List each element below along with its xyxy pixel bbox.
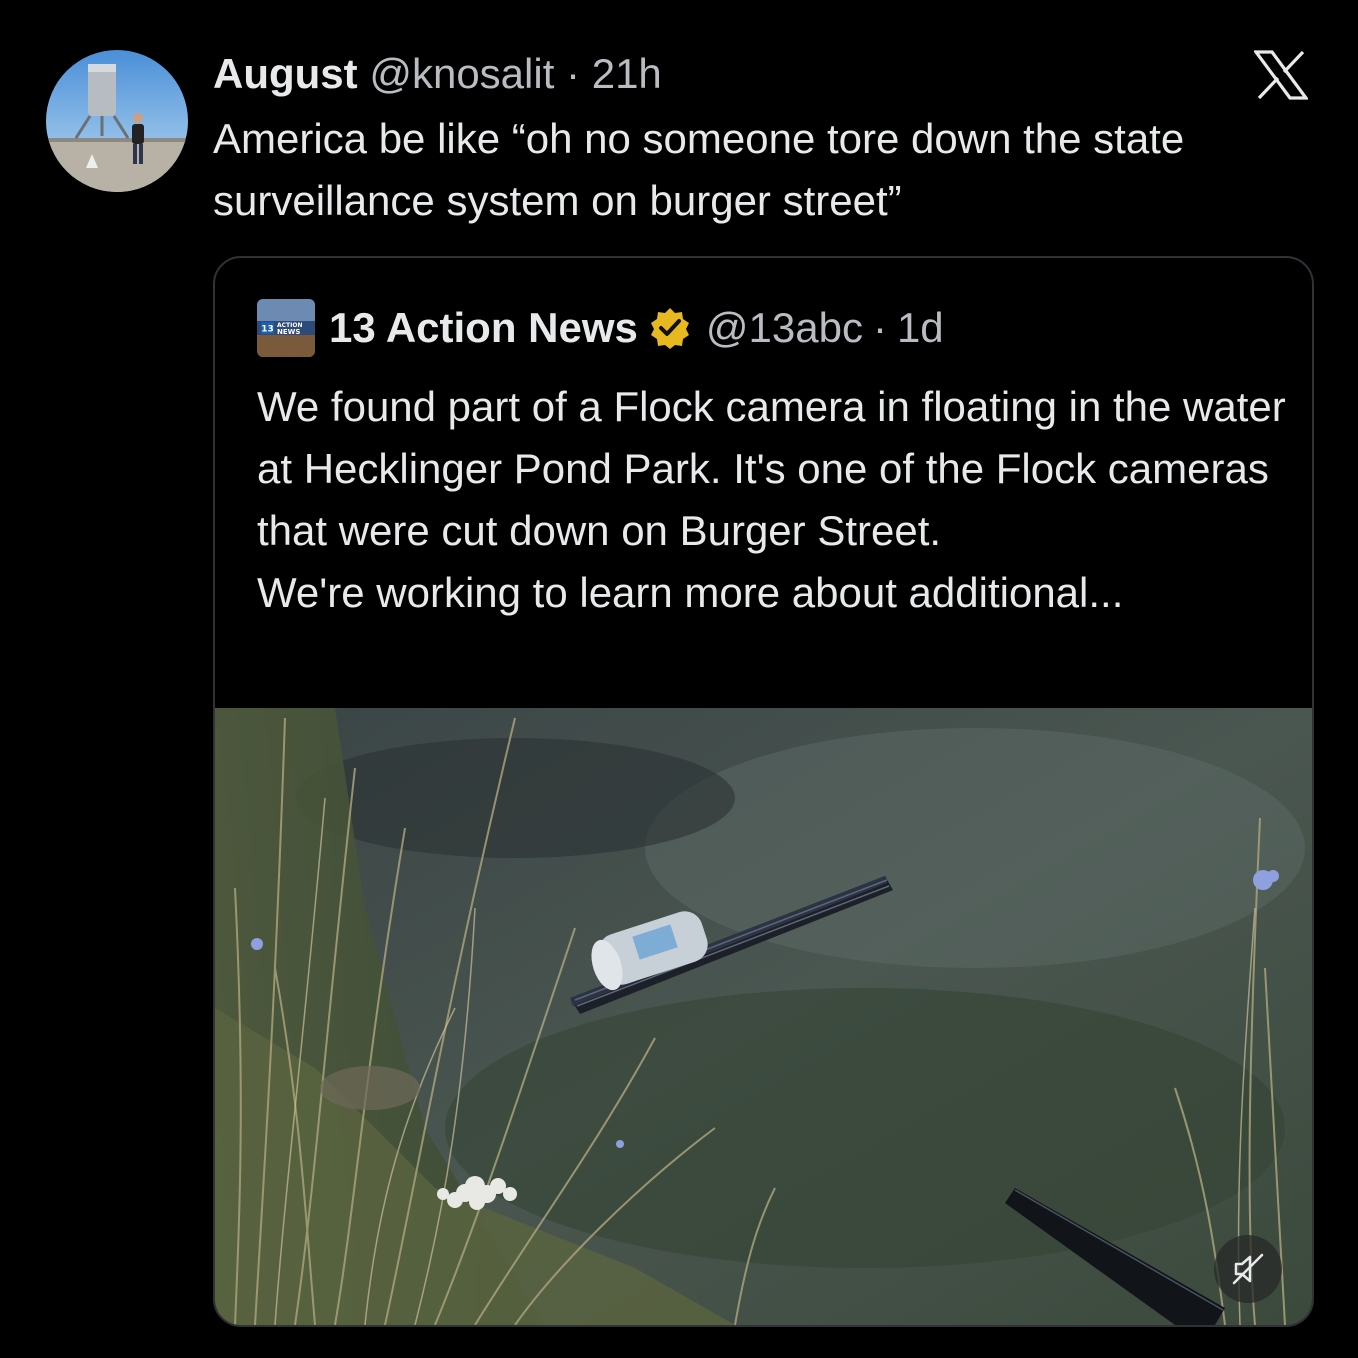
author-name[interactable]: August: [213, 50, 358, 97]
quoted-video-media[interactable]: [215, 708, 1312, 1325]
muted-speaker-icon: [1232, 1253, 1264, 1285]
quoted-author-handle[interactable]: @13abc: [706, 304, 863, 352]
svg-text:13: 13: [261, 325, 274, 335]
x-logo-icon: [1252, 50, 1310, 100]
quoted-tweet-header: 13 ACTION NEWS 13 Action News @13abc · 1…: [257, 298, 944, 358]
quoted-tweet-timestamp[interactable]: 1d: [897, 304, 944, 352]
profile-photo-icon: [46, 50, 188, 192]
tweet-header: August @knosalit · 21h: [213, 48, 662, 100]
quoted-text-paragraph: We found part of a Flock camera in float…: [257, 383, 1286, 554]
video-thumbnail-icon: [215, 708, 1312, 1325]
quoted-author-name[interactable]: 13 Action News: [329, 304, 638, 352]
quoted-header-separator: ·: [872, 304, 887, 351]
tweet-text: America be like “oh no someone tore down…: [213, 115, 1185, 224]
author-handle[interactable]: @knosalit: [369, 50, 554, 97]
mute-toggle-button[interactable]: [1214, 1235, 1282, 1303]
quoted-text-paragraph: We're working to learn more about additi…: [257, 569, 1124, 616]
gold-verified-badge-icon[interactable]: [648, 306, 692, 350]
13-action-news-logo[interactable]: 13 ACTION NEWS: [257, 299, 315, 357]
quoted-tweet-card[interactable]: 13 ACTION NEWS 13 Action News @13abc · 1…: [213, 256, 1314, 1327]
quoted-tweet-text: We found part of a Flock camera in float…: [257, 376, 1287, 624]
svg-text:NEWS: NEWS: [277, 328, 300, 336]
tweet-timestamp[interactable]: 21h: [592, 50, 662, 97]
author-avatar[interactable]: [46, 50, 188, 192]
header-separator: ·: [566, 50, 581, 97]
